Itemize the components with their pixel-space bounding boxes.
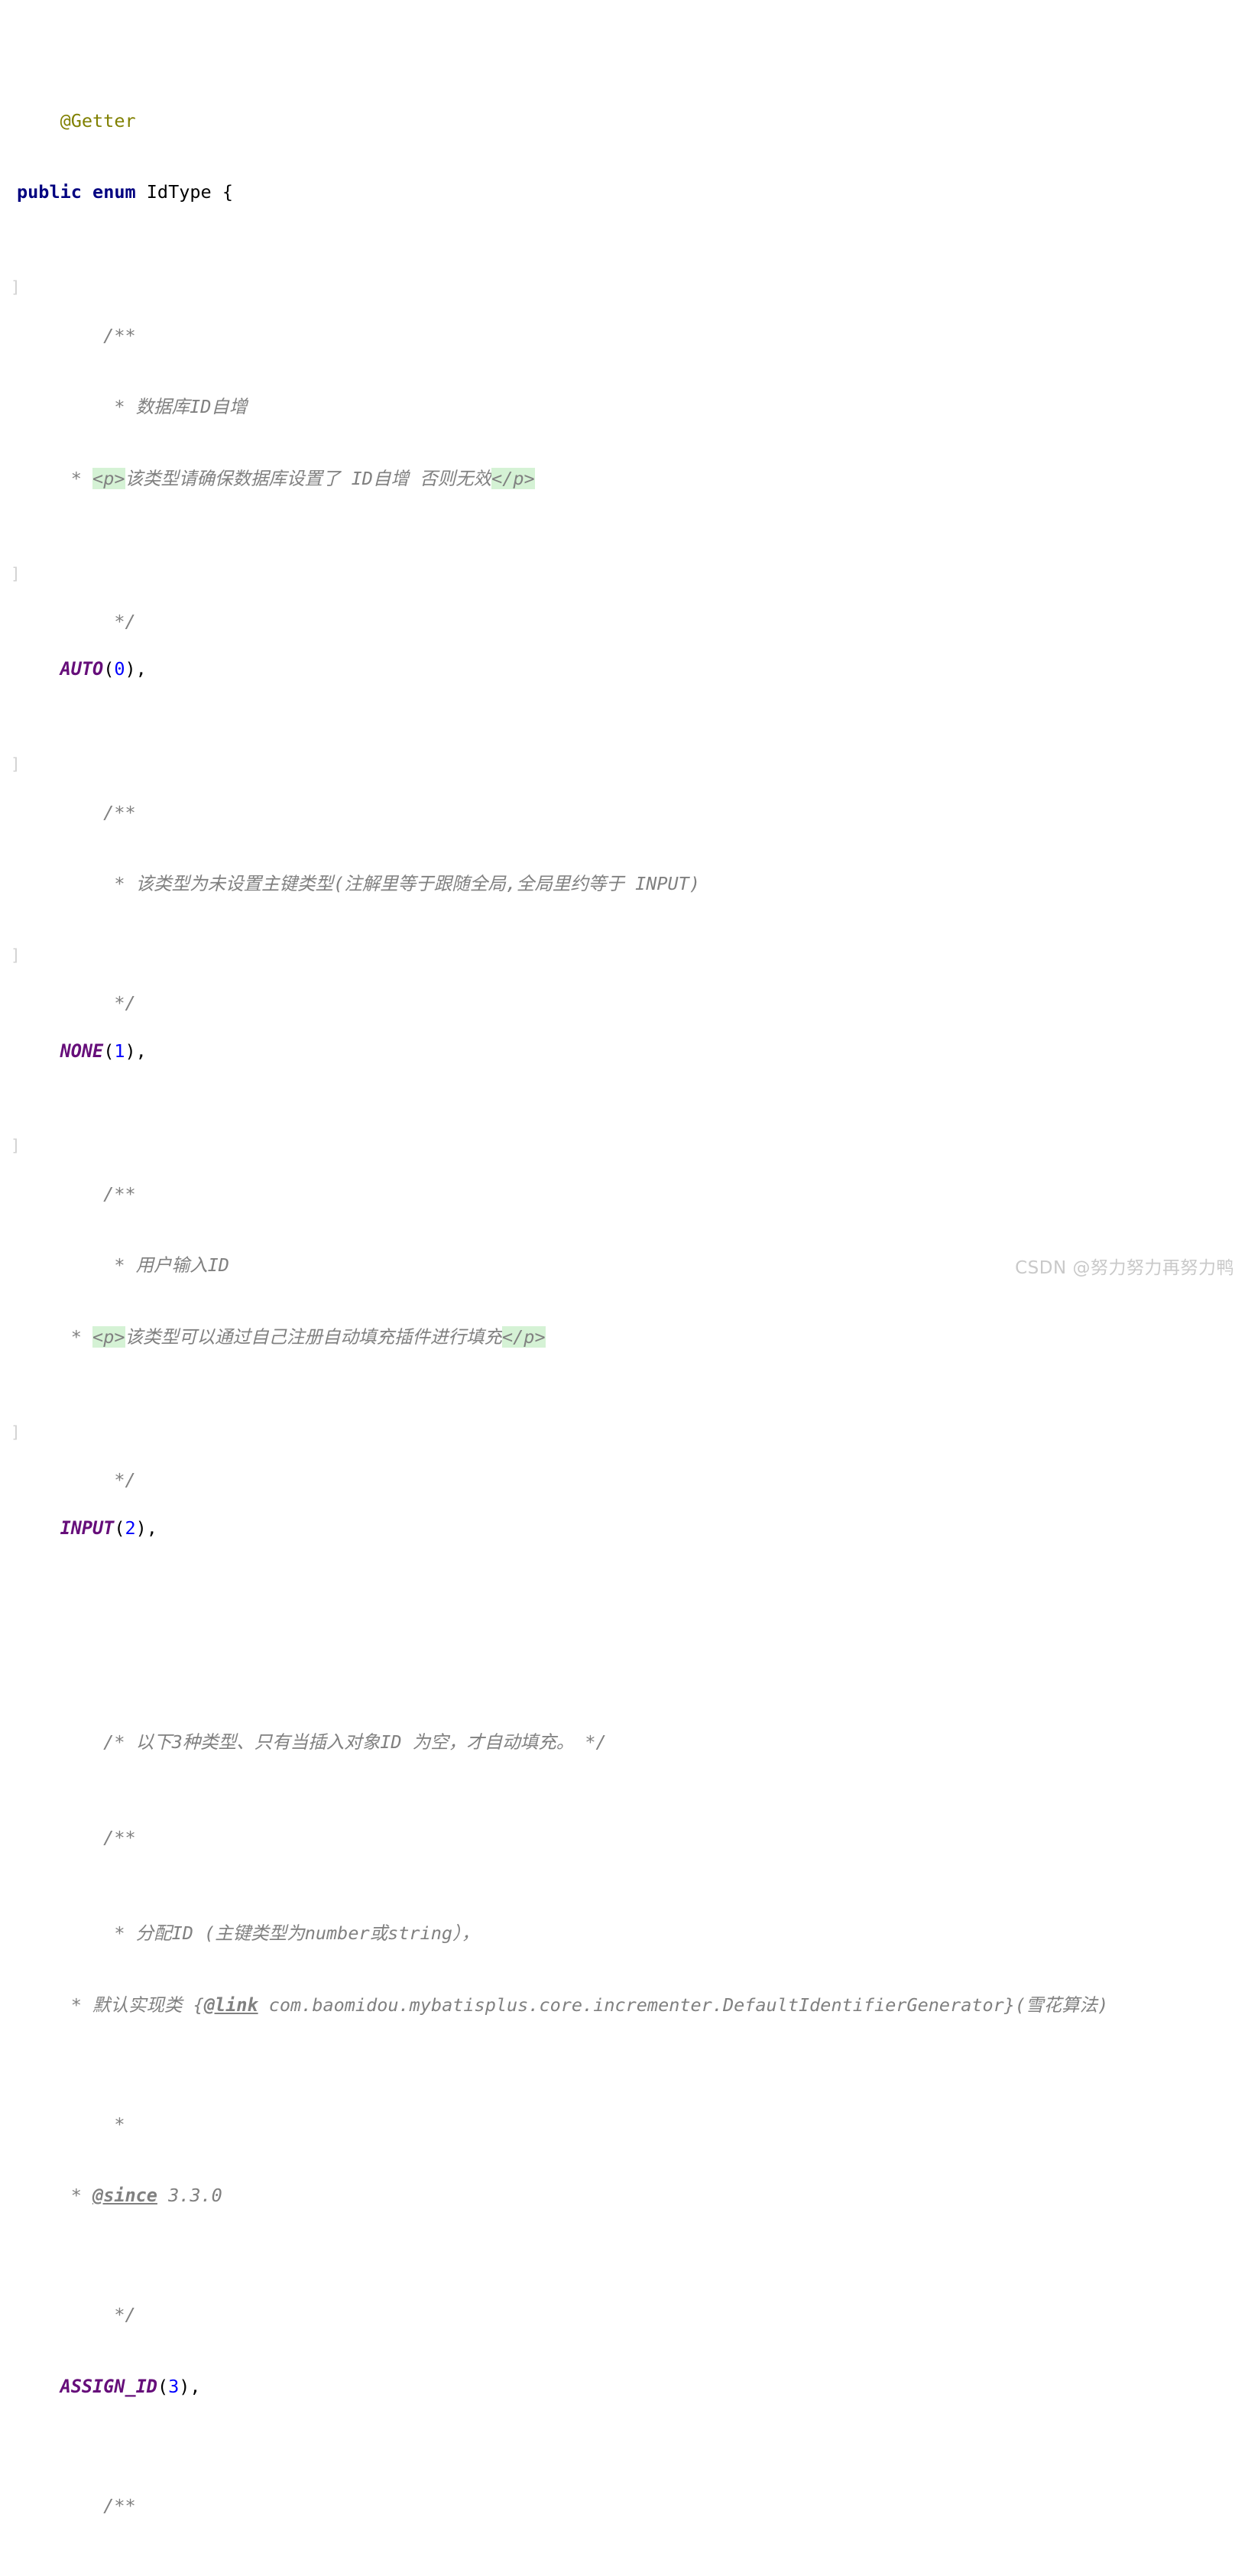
javadoc-text: * 数据库ID自增 [60, 396, 248, 418]
javadoc-open: /** [60, 1827, 136, 1849]
javadoc-text: * 默认实现类 { [17, 1994, 204, 2016]
enum-constant-input[interactable]: INPUT [60, 1517, 115, 1539]
javadoc-text: * [17, 1325, 93, 1348]
javadoc-close: */ [60, 2304, 136, 2326]
enum-value-auto: 0 [114, 658, 125, 680]
code-line[interactable]: ] /** [0, 753, 1248, 822]
enum-value-none: 1 [114, 1040, 125, 1062]
code-line[interactable]: ] */ [0, 1421, 1248, 1491]
javadoc-text: * 该类型为未设置主键类型(注解里等于跟随全局,全局里约等于 INPUT) [60, 873, 700, 895]
annotation-getter: @Getter [60, 109, 136, 131]
code-line[interactable]: * 用户输入ID [0, 1230, 1248, 1276]
keyword-enum: enum [92, 181, 136, 203]
javadoc-highlight-p-open: <p> [92, 1325, 125, 1348]
enum-constant-assign-id[interactable]: ASSIGN_ID [60, 2376, 157, 2397]
javadoc-text: 该类型请确保数据库设置了 ID自增 否则无效 [125, 467, 492, 489]
code-line[interactable]: ] /** [0, 276, 1248, 346]
paren: ( [114, 1517, 125, 1539]
code-line[interactable]: * 该类型为未设置主键类型(注解里等于跟随全局,全局里约等于 INPUT) [0, 848, 1248, 894]
javadoc-open: /** [60, 324, 136, 346]
javadoc-tag-link[interactable]: @link [204, 1994, 258, 2016]
javadoc-highlight-p-close: </p> [502, 1325, 546, 1348]
type-name-idtype: IdType { [135, 181, 233, 203]
code-line[interactable]: INPUT(2), [0, 1517, 1248, 1540]
code-line[interactable]: AUTO(0), [0, 657, 1248, 681]
fold-marker-icon[interactable]: ] [11, 564, 21, 585]
code-line[interactable]: ASSIGN_ID(3), [0, 2375, 1248, 2399]
code-line-blank[interactable] [0, 1611, 1248, 1635]
code-line[interactable]: * <p>该类型请确保数据库设置了 ID自增 否则无效</p> [0, 467, 1248, 491]
code-line[interactable]: ] */ [0, 944, 1248, 1014]
fold-marker-icon[interactable]: ] [11, 754, 21, 775]
enum-constant-none[interactable]: NONE [60, 1040, 104, 1062]
paren: ), [125, 1040, 147, 1062]
javadoc-text: * [17, 2185, 93, 2207]
javadoc-since-value: 3.3.0 [157, 2185, 222, 2207]
javadoc-open: /** [60, 1183, 136, 1205]
javadoc-link-target: com.baomidou.mybatisplus.core.incremente… [258, 1994, 1109, 2016]
code-line[interactable]: * <p>该类型可以通过自己注册自动填充插件进行填充</p> [0, 1325, 1248, 1349]
code-line[interactable]: * 分配ID (主键类型为number或string）， [0, 1898, 1248, 1944]
javadoc-highlight-p-close: </p> [491, 467, 535, 489]
javadoc-close: */ [60, 992, 136, 1014]
code-line[interactable]: ] */ [0, 563, 1248, 632]
fold-marker-icon[interactable]: ] [11, 1423, 21, 1443]
keyword-public: public [17, 181, 82, 203]
code-editor-content[interactable]: @Getter public enum IdType { ] /** * 数据库… [0, 0, 1248, 2576]
enum-value-input: 2 [125, 1517, 136, 1539]
javadoc-open: /** [60, 2494, 136, 2516]
javadoc-text: * [17, 467, 93, 489]
code-line[interactable]: /** [0, 2471, 1248, 2516]
code-line[interactable]: /* 以下3种类型、只有当插入对象ID 为空，才自动填充。 */ [0, 1707, 1248, 1753]
code-line[interactable]: * [0, 2088, 1248, 2135]
code-line[interactable]: * 默认实现类 {@link com.baomidou.mybatisplus.… [0, 1994, 1248, 2017]
paren: ( [103, 658, 115, 680]
code-line[interactable]: /** [0, 1802, 1248, 1848]
code-line[interactable]: * 数据库ID自增 [0, 371, 1248, 417]
enum-value-assign-id: 3 [168, 2375, 180, 2397]
block-comment: /* 以下3种类型、只有当插入对象ID 为空，才自动填充。 */ [60, 1731, 607, 1754]
paren: ), [125, 658, 147, 680]
javadoc-tag-since[interactable]: @since [92, 2185, 157, 2206]
code-line[interactable]: ] /** [0, 1134, 1248, 1204]
code-line[interactable]: * @since 3.3.0 [0, 2184, 1248, 2208]
enum-constant-auto[interactable]: AUTO [60, 658, 104, 680]
javadoc-highlight-p-open: <p> [92, 467, 125, 489]
paren: ( [103, 1040, 115, 1062]
code-line[interactable]: */ [0, 2279, 1248, 2325]
paren: ), [135, 1517, 157, 1539]
javadoc-close: */ [60, 1469, 136, 1491]
fold-marker-icon[interactable]: ] [11, 1136, 21, 1157]
javadoc-text: * 分配ID (主键类型为number或string）， [60, 1922, 480, 1944]
javadoc-text: * [60, 2113, 125, 2135]
javadoc-text: 该类型可以通过自己注册自动填充插件进行填充 [125, 1325, 503, 1348]
code-line[interactable]: * 分配UUID (主键类型为 string) [0, 2565, 1248, 2576]
code-line[interactable]: @Getter [0, 86, 1248, 131]
code-line[interactable]: public enum IdType { [0, 180, 1248, 204]
paren: ), [179, 2375, 201, 2397]
fold-marker-icon[interactable]: ] [11, 946, 21, 966]
code-line[interactable]: NONE(1), [0, 1040, 1248, 1063]
csdn-watermark: CSDN @努力努力再努力鸭 [1015, 1258, 1234, 1278]
paren: ( [157, 2375, 169, 2397]
javadoc-close: */ [60, 611, 136, 632]
fold-marker-icon[interactable]: ] [11, 277, 21, 298]
javadoc-text: * 用户输入ID [60, 1254, 229, 1277]
javadoc-open: /** [60, 801, 136, 823]
